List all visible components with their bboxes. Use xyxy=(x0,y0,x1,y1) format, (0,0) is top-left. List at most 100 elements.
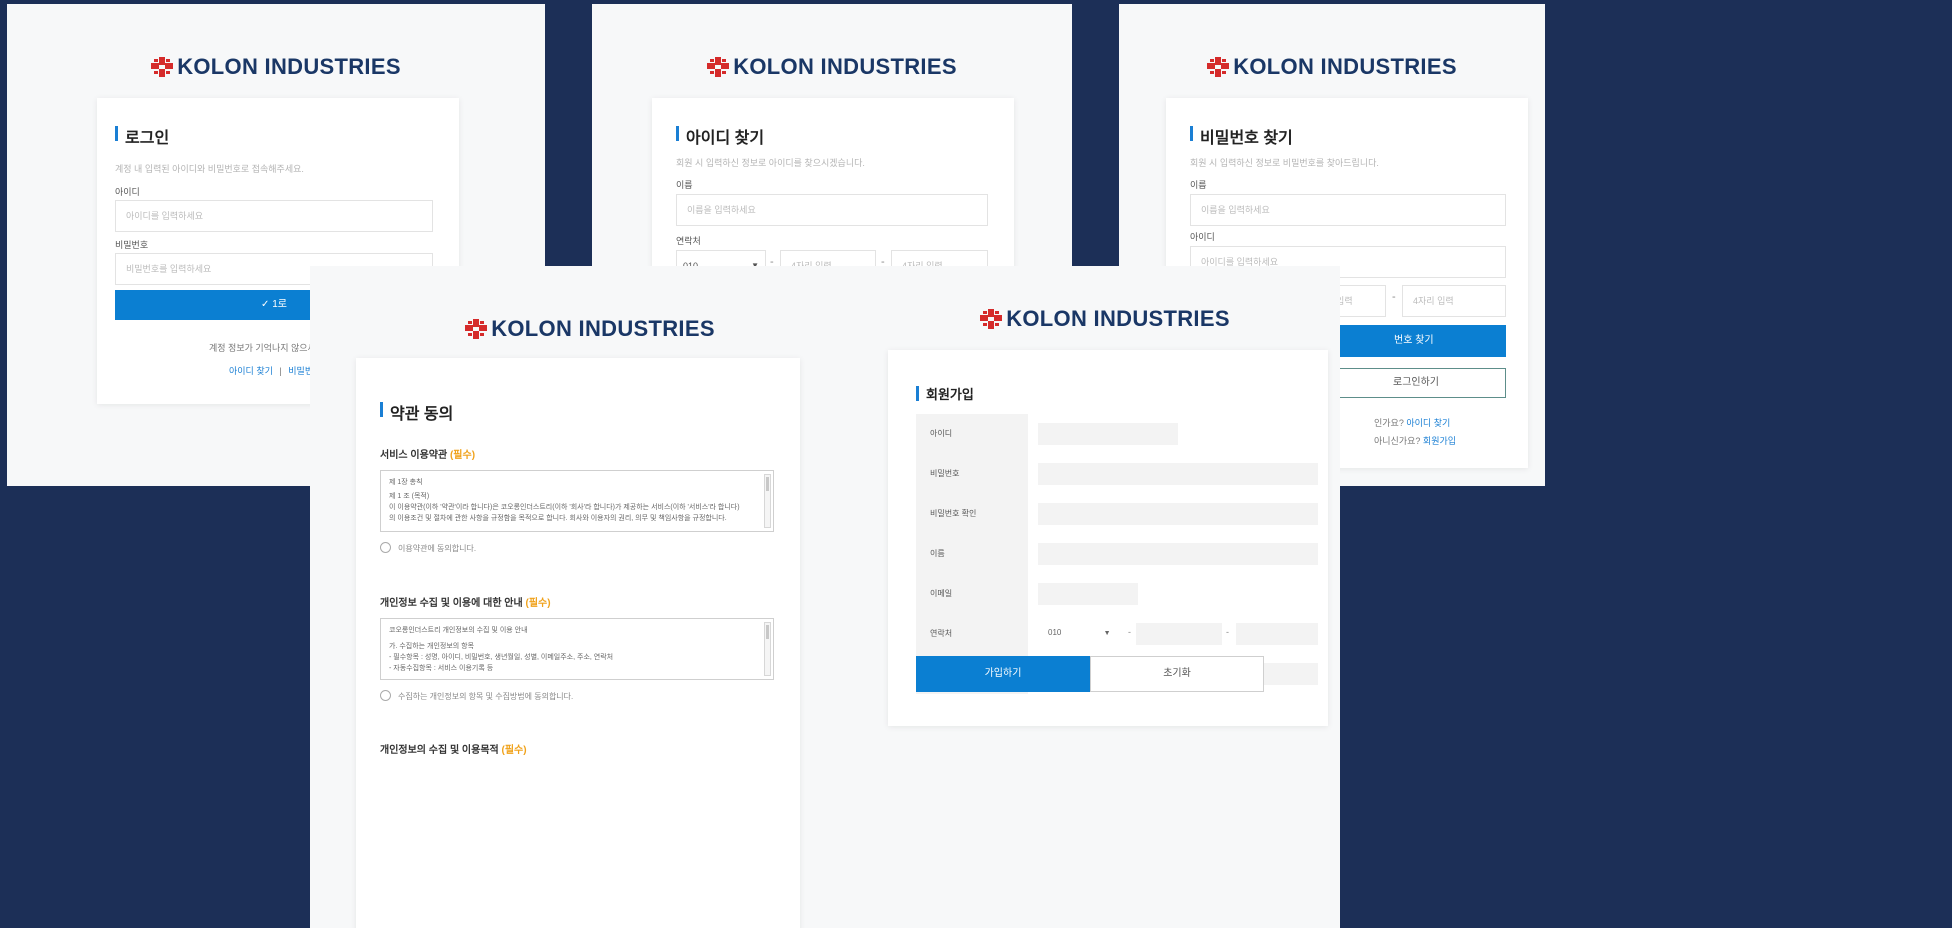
field-label: 이메일 xyxy=(916,574,1028,614)
required-badge: (필수) xyxy=(449,450,476,461)
find-id-hint-link[interactable]: 아이디 찾기 xyxy=(1406,418,1450,428)
terms-line: - 필수항목 : 성명, 아이디, 비밀번호, 생년월일, 성별, 이메일주소,… xyxy=(389,654,614,661)
terms-section3-title: 개인정보의 수집 및 이용목적 (필수) xyxy=(380,741,527,756)
phone-dash: - xyxy=(1226,627,1229,637)
field-label: 이름 xyxy=(916,534,1028,574)
find-pw-phone-last-input[interactable]: 4자리 입력 xyxy=(1402,285,1506,317)
signup-panel: KOLON INDUSTRIES 회원가입 아이디 비밀번호 비밀번호 확인 이… xyxy=(870,266,1340,928)
signup-id-input[interactable] xyxy=(1038,423,1178,445)
login-pw-label: 비밀번호 xyxy=(115,240,149,250)
find-pw-id-label: 아이디 xyxy=(1190,232,1215,242)
phone-prefix-select[interactable]: 010 ▼ xyxy=(676,250,766,266)
phone-last-input[interactable]: 4자리 입력 xyxy=(891,250,988,266)
signup-row-password: 비밀번호 xyxy=(916,454,1318,494)
phone-prefix-value: 010 xyxy=(1048,628,1062,637)
phone-dash: - xyxy=(1392,291,1396,303)
signup-hint-link[interactable]: 회원가입 xyxy=(1423,436,1456,446)
logo-text: KOLON INDUSTRIES xyxy=(733,54,957,79)
scrollbar[interactable] xyxy=(764,622,771,676)
terms-line: 이 이용약관(이하 '약관'이라 합니다)은 코오롱인더스트리(이하 '회사'라… xyxy=(389,504,740,511)
link-separator: | xyxy=(279,366,282,376)
kolon-logo-icon xyxy=(151,57,174,77)
kolon-logo-icon xyxy=(1207,57,1230,77)
signup-name-input[interactable] xyxy=(1038,543,1318,565)
terms-line: 가. 수집하는 개인정보의 항목 xyxy=(389,643,475,650)
signup-hint-text: 아니신가요? xyxy=(1374,436,1421,446)
find-id-desc: 회원 시 입력하신 정보로 아이디를 찾으시겠습니다. xyxy=(676,158,865,168)
agree-privacy-label: 수집하는 개인정보의 항목 및 수집방법에 동의합니다. xyxy=(398,692,574,701)
signup-submit-button[interactable]: 가입하기 xyxy=(916,656,1090,692)
login-id-input[interactable]: 아이디를 입력하세요 xyxy=(115,200,433,232)
signup-email-input[interactable] xyxy=(1038,583,1138,605)
signup-phone-mid-input[interactable] xyxy=(1136,623,1222,645)
terms-section2-title: 개인정보 수집 및 이용에 대한 안내 (필수) xyxy=(380,594,551,609)
find-id-hint: 인가요? 아이디 찾기 xyxy=(1374,416,1450,429)
chevron-down-icon: ▼ xyxy=(1103,630,1111,637)
terms-section1-title: 서비스 이용약관 (필수) xyxy=(380,446,475,461)
kolon-logo-icon xyxy=(707,57,730,77)
phone-mid-input[interactable]: 4자리 입력 xyxy=(780,250,876,266)
kolon-logo-icon xyxy=(980,309,1003,329)
signup-row-password-confirm: 비밀번호 확인 xyxy=(916,494,1318,534)
field-label: 아이디 xyxy=(916,414,1028,454)
field-label: 연락처 xyxy=(916,614,1028,654)
signup-row-phone: 연락처 010 ▼ - - xyxy=(916,614,1318,654)
scrollbar[interactable] xyxy=(764,474,771,528)
terms-line: 제 1장 총칙 xyxy=(389,479,423,486)
brand-logo: KOLON INDUSTRIES xyxy=(310,316,870,342)
field-label: 비밀번호 xyxy=(916,454,1028,494)
terms-card: 약관 동의 서비스 이용약관 (필수) 제 1장 총칙 제 1 조 (목적) 이… xyxy=(356,358,800,928)
field-label: 비밀번호 확인 xyxy=(916,494,1028,534)
find-id-panel: KOLON INDUSTRIES 아이디 찾기 회원 시 입력하신 정보로 아이… xyxy=(592,4,1072,266)
phone-dash: - xyxy=(881,256,885,266)
terms-line: 의 이용조건 및 절차에 관한 사항을 규정함을 목적으로 합니다. 회사와 이… xyxy=(389,515,727,522)
signup-row-id: 아이디 xyxy=(916,414,1318,454)
signup-phone-last-input[interactable] xyxy=(1236,623,1318,645)
brand-logo: KOLON INDUSTRIES xyxy=(592,54,1072,80)
brand-logo: KOLON INDUSTRIES xyxy=(1119,54,1545,80)
find-id-card: 아이디 찾기 회원 시 입력하신 정보로 아이디를 찾으시겠습니다. 이름 이름… xyxy=(652,98,1014,266)
phone-dash: - xyxy=(1128,627,1131,637)
terms-line: - 자동수집항목 : 서비스 이용기록 등 xyxy=(389,665,494,672)
signup-password-input[interactable] xyxy=(1038,463,1318,485)
signup-hint: 아니신가요? 회원가입 xyxy=(1374,434,1456,447)
phone-dash: - xyxy=(770,256,774,266)
signup-title: 회원가입 xyxy=(916,384,974,403)
terms-panel: KOLON INDUSTRIES 약관 동의 서비스 이용약관 (필수) 제 1… xyxy=(310,266,870,928)
logo-text: KOLON INDUSTRIES xyxy=(177,54,401,79)
logo-text: KOLON INDUSTRIES xyxy=(1006,306,1230,331)
logo-text: KOLON INDUSTRIES xyxy=(491,316,715,341)
login-id-label: 아이디 xyxy=(115,187,140,197)
agree-privacy-radio[interactable] xyxy=(380,690,391,701)
find-id-title: 아이디 찾기 xyxy=(676,124,764,148)
find-pw-name-label: 이름 xyxy=(1190,180,1207,190)
section2-title-text: 개인정보 수집 및 이용에 대한 안내 xyxy=(380,598,523,609)
terms-line: 제 1 조 (목적) xyxy=(389,493,430,500)
terms-title: 약관 동의 xyxy=(380,400,453,424)
find-pw-name-input[interactable]: 이름을 입력하세요 xyxy=(1190,194,1506,226)
brand-logo: KOLON INDUSTRIES xyxy=(870,306,1340,332)
terms-service-box[interactable]: 제 1장 총칙 제 1 조 (목적) 이 이용약관(이하 '약관'이라 합니다)… xyxy=(380,470,774,532)
find-id-link[interactable]: 아이디 찾기 xyxy=(229,366,273,376)
required-badge: (필수) xyxy=(501,745,527,756)
find-pw-title: 비밀번호 찾기 xyxy=(1190,124,1293,148)
section1-title-text: 서비스 이용약관 xyxy=(380,450,448,461)
login-title: 로그인 xyxy=(115,124,169,148)
signup-reset-button[interactable]: 초기화 xyxy=(1090,656,1264,692)
find-id-name-label: 이름 xyxy=(676,180,693,190)
terms-privacy-box[interactable]: 코오롱인더스트리 개인정보의 수집 및 이용 안내 가. 수집하는 개인정보의 … xyxy=(380,618,774,680)
required-badge: (필수) xyxy=(525,598,551,609)
agree-service-radio[interactable] xyxy=(380,542,391,553)
terms-line: 코오롱인더스트리 개인정보의 수집 및 이용 안내 xyxy=(389,627,528,634)
find-id-name-input[interactable]: 이름을 입력하세요 xyxy=(676,194,988,226)
chevron-down-icon: ▼ xyxy=(751,261,759,266)
login-desc: 계정 내 입력된 아이디와 비밀번호로 접속해주세요. xyxy=(115,164,304,174)
find-id-phone-label: 연락처 xyxy=(676,236,701,246)
find-id-hint-text: 인가요? xyxy=(1374,418,1404,428)
signup-password-confirm-input[interactable] xyxy=(1038,503,1318,525)
signup-row-name: 이름 xyxy=(916,534,1318,574)
agree-service-label: 이용약관에 동의합니다. xyxy=(398,544,477,553)
signup-phone-prefix-select[interactable]: 010 ▼ xyxy=(1048,628,1111,637)
brand-logo: KOLON INDUSTRIES xyxy=(7,54,545,80)
kolon-logo-icon xyxy=(465,319,488,339)
